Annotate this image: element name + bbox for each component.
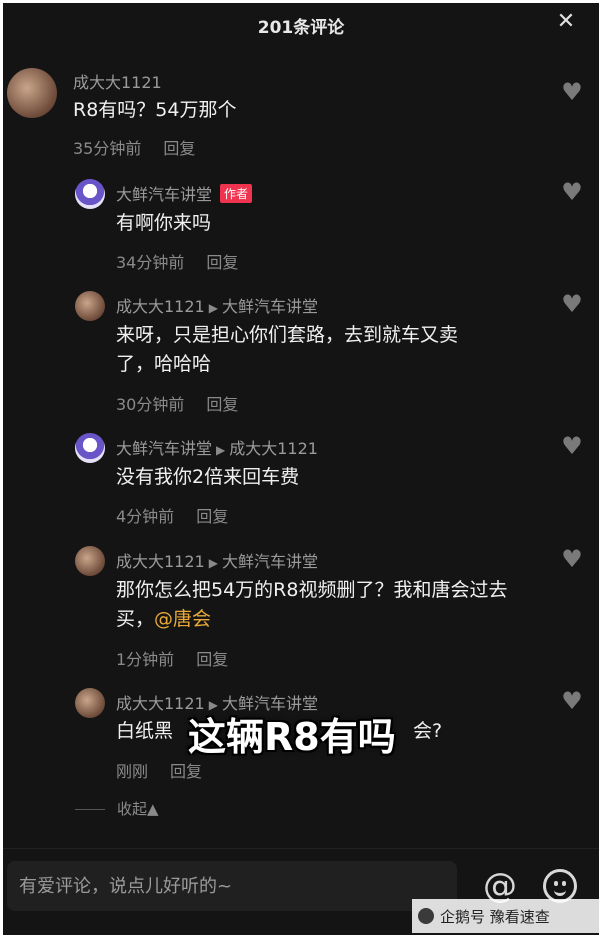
reply-button[interactable]: 回复	[196, 507, 228, 526]
like-heart-icon[interactable]: ♥	[559, 434, 585, 458]
avatar[interactable]	[75, 546, 105, 576]
watermark-text: 企鹅号 豫看速查	[440, 908, 550, 926]
reply-to-name[interactable]: 大鲜汽车讲堂	[222, 297, 318, 316]
comment-time: 30分钟前	[116, 395, 185, 414]
comment-text: R8有吗？54万那个	[73, 99, 237, 121]
collapse-replies-button[interactable]: 收起▲	[75, 798, 159, 819]
like-heart-icon[interactable]: ♥	[559, 292, 585, 316]
reply-to-name[interactable]: 大鲜汽车讲堂	[222, 552, 318, 571]
comment-text-block: 那你怎么把54万的R8视频删了？我和唐会过去买，@唐会	[116, 576, 526, 634]
comment-author-row: 成大大1121 ▶ 大鲜汽车讲堂	[116, 548, 318, 572]
comments-panel: 201条评论 ✕ 成大大1121 R8有吗？54万那个 35分钟前 回复 ♥ 大鲜…	[3, 3, 599, 935]
comment-author-row: 大鲜汽车讲堂 ▶ 成大大1121	[116, 435, 318, 459]
reply-arrow-icon: ▶	[216, 443, 226, 457]
like-heart-icon[interactable]: ♥	[559, 80, 585, 104]
comment-meta: 30分钟前 回复	[116, 391, 238, 415]
avatar[interactable]	[75, 688, 105, 718]
comment-time: 34分钟前	[116, 253, 185, 272]
like-heart-icon[interactable]: ♥	[559, 689, 585, 713]
comment-text: 没有我你2倍来回车费	[116, 466, 300, 488]
comment-meta: 35分钟前 回复	[73, 135, 195, 159]
divider	[75, 809, 105, 810]
comment-author-row: 成大大1121 ▶ 大鲜汽车讲堂	[116, 293, 318, 317]
avatar[interactable]	[75, 179, 105, 209]
reply-arrow-icon: ▶	[208, 301, 218, 315]
emoji-icon[interactable]	[543, 869, 577, 903]
avatar[interactable]	[7, 68, 57, 118]
reply-button[interactable]: 回复	[170, 762, 202, 781]
comment-text: 有啊你来吗	[116, 212, 212, 234]
reply-button[interactable]: 回复	[163, 139, 195, 158]
mention-link[interactable]: @唐会	[154, 608, 211, 630]
watermark: 企鹅号 豫看速查	[418, 906, 550, 927]
avatar[interactable]	[75, 291, 105, 321]
comment-author[interactable]: 成大大1121	[116, 297, 205, 316]
reply-button[interactable]: 回复	[206, 395, 238, 414]
avatar[interactable]	[75, 433, 105, 463]
reply-button[interactable]: 回复	[206, 253, 238, 272]
comment-text-start: 白纸黑	[116, 720, 174, 742]
comment-meta: 1分钟前 回复	[116, 646, 228, 670]
comment-author[interactable]: 大鲜汽车讲堂	[116, 185, 212, 204]
penguin-logo-icon	[418, 908, 434, 924]
collapse-label: 收起▲	[117, 800, 159, 818]
comment-meta: 刚刚 回复	[116, 758, 202, 782]
reply-button[interactable]: 回复	[196, 650, 228, 669]
comment-input[interactable]	[7, 861, 457, 911]
comment-meta: 34分钟前 回复	[116, 249, 238, 273]
like-heart-icon[interactable]: ♥	[559, 547, 585, 571]
reply-arrow-icon: ▶	[208, 556, 218, 570]
comment-time: 刚刚	[116, 762, 149, 781]
comment-text-end: 会?	[413, 720, 443, 742]
comment-time: 1分钟前	[116, 650, 175, 669]
comment-author[interactable]: 成大大1121	[73, 69, 162, 93]
like-heart-icon[interactable]: ♥	[559, 180, 585, 204]
author-badge: 作者	[220, 184, 253, 203]
video-caption-overlay: 这辆R8有吗	[188, 715, 396, 759]
reply-to-name[interactable]: 成大大1121	[229, 439, 318, 458]
comment-author[interactable]: 成大大1121	[116, 552, 205, 571]
comment-time: 4分钟前	[116, 507, 175, 526]
comment-author-row: 大鲜汽车讲堂 作者	[116, 181, 253, 205]
comment-text: 来呀，只是担心你们套路，去到就车又卖了，哈哈哈	[116, 324, 459, 375]
comment-time: 35分钟前	[73, 139, 142, 158]
comments-count-title: 201条评论	[257, 18, 345, 38]
close-icon[interactable]: ✕	[555, 11, 577, 33]
comment-meta: 4分钟前 回复	[116, 503, 228, 527]
comment-author[interactable]: 大鲜汽车讲堂	[116, 439, 212, 458]
